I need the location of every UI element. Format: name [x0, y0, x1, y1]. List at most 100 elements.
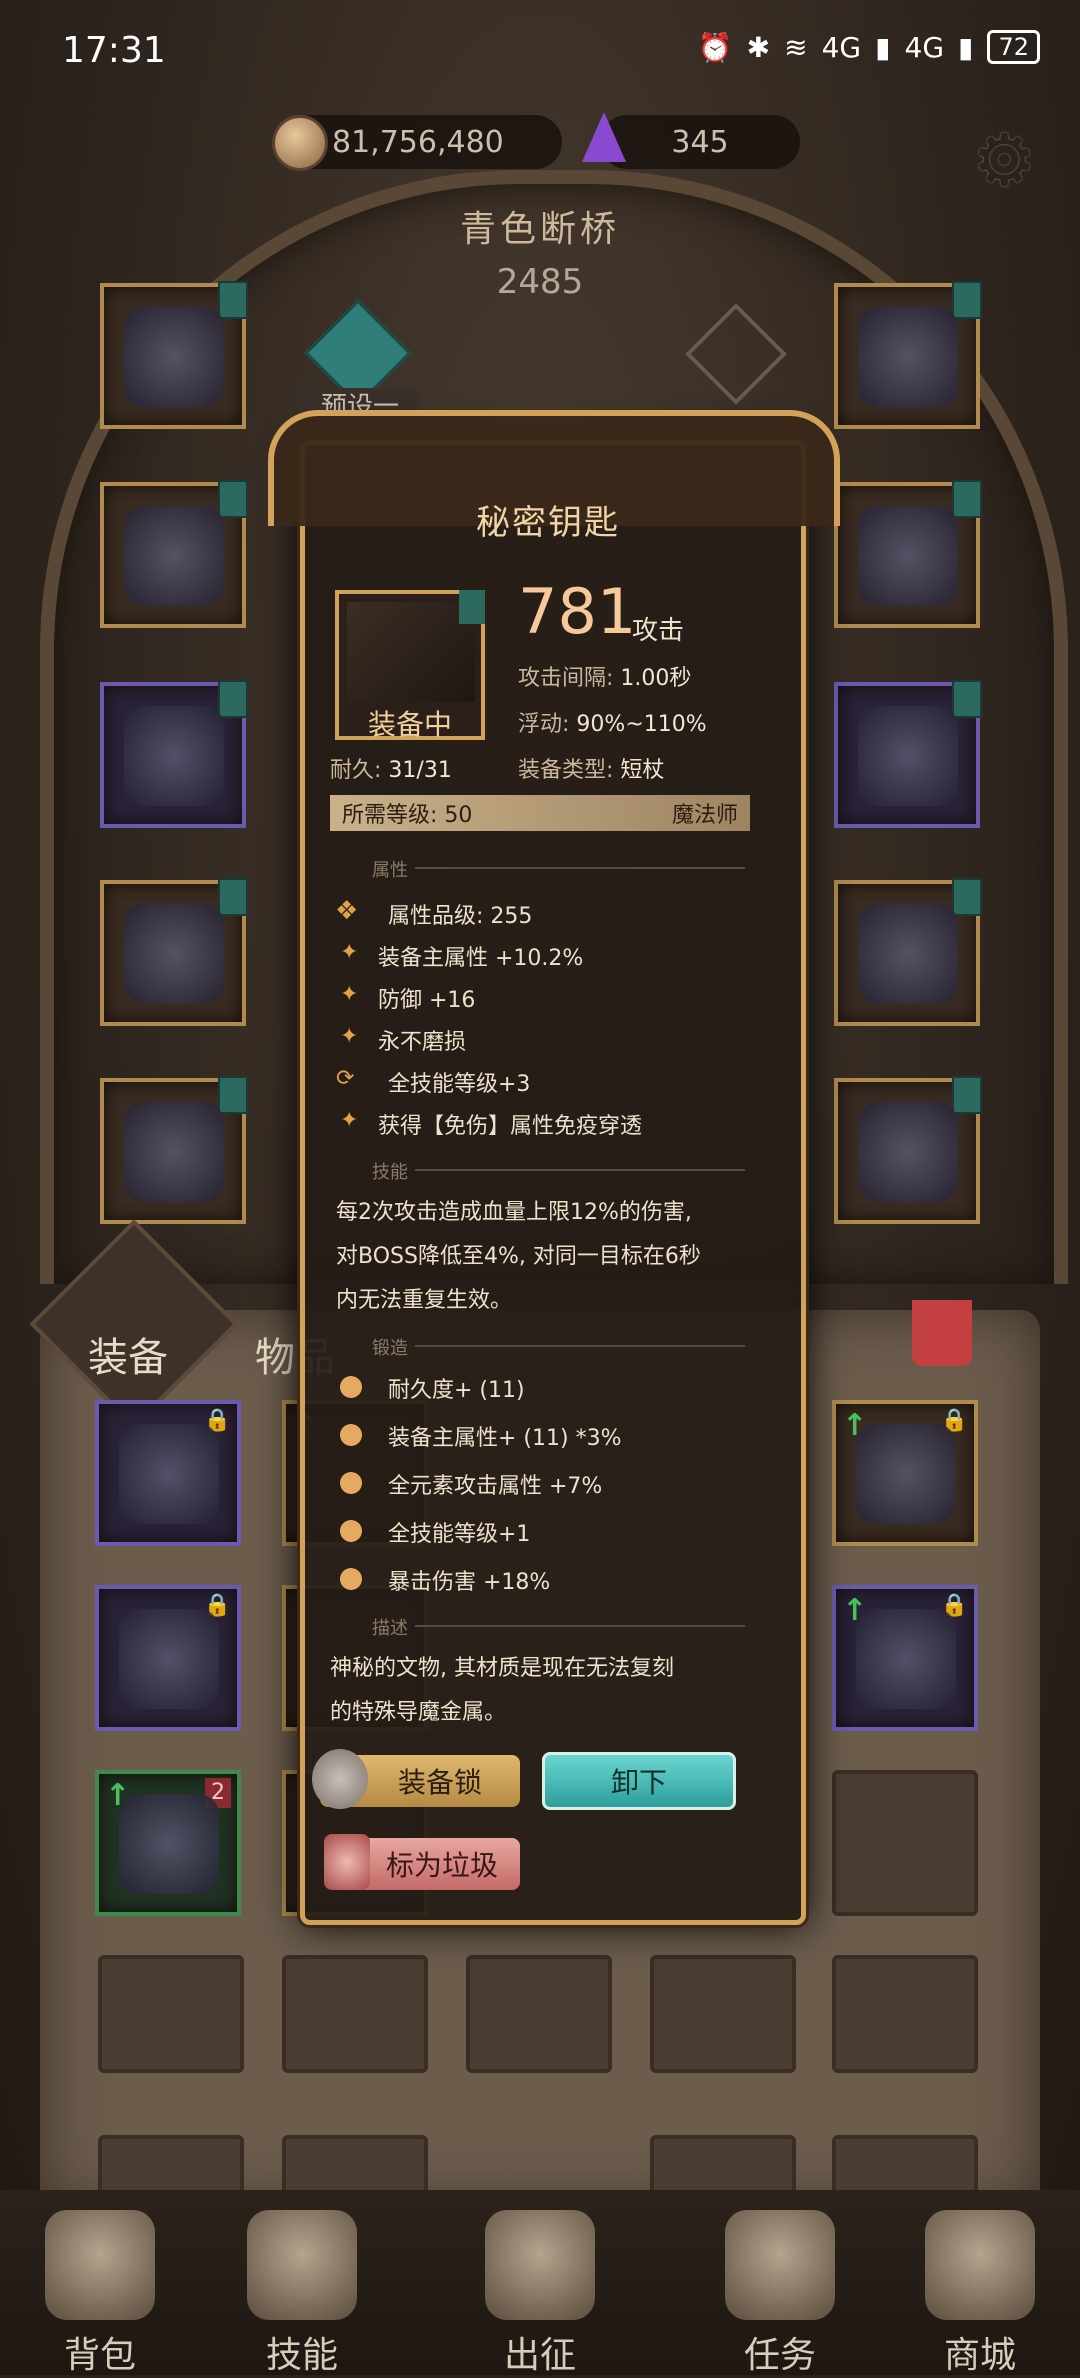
nav-skills-label: 技能	[265, 2335, 338, 2376]
divider	[415, 867, 745, 869]
forge-dot-icon	[340, 1568, 362, 1590]
divider	[415, 1625, 745, 1627]
inventory-slot-empty[interactable]	[832, 1770, 978, 1916]
helmet-icon	[124, 307, 224, 407]
inventory-slot-empty[interactable]	[832, 1955, 978, 2073]
bookmark-icon	[952, 680, 982, 718]
lock-icon	[312, 1749, 368, 1809]
forge-line-5: 暴击伤害 +18%	[388, 1570, 551, 1595]
interval-value: 1.00秒	[620, 666, 692, 691]
grade-icon: ❖	[335, 896, 359, 926]
inventory-slot[interactable]: 🔒	[95, 1585, 241, 1731]
inventory-slot-empty[interactable]	[466, 1955, 612, 2073]
equipment-lock-button[interactable]: 装备锁	[312, 1749, 520, 1809]
scroll-icon	[725, 2210, 835, 2320]
forge-line-2: 装备主属性+ (11) *3%	[388, 1426, 622, 1451]
forge-dot-icon	[340, 1376, 362, 1398]
gauntlet-icon	[858, 506, 958, 606]
unequip-button[interactable]: 卸下	[542, 1752, 736, 1810]
bookmark-icon	[952, 281, 982, 319]
tab-equipment[interactable]: 装备	[88, 1325, 168, 1383]
inventory-slot-empty[interactable]	[282, 2135, 428, 2195]
trash-icon[interactable]	[912, 1300, 972, 1366]
inventory-slot-empty[interactable]	[282, 1955, 428, 2073]
inventory-slot[interactable]: ↑ 2	[95, 1770, 241, 1916]
attack-value: 781	[518, 575, 637, 648]
equip-slot-cloak[interactable]	[100, 680, 248, 828]
inventory-slot[interactable]: 🔒	[95, 1400, 241, 1546]
inventory-slot-empty[interactable]	[832, 2135, 978, 2195]
wizard-hat-icon	[119, 1794, 219, 1894]
lantern-amulet-icon	[119, 1424, 219, 1524]
settings-gear-icon[interactable]: ⚙	[972, 118, 1037, 202]
section-attributes: 属性	[372, 860, 408, 881]
damage-float: 浮动: 90%~110%	[518, 706, 707, 738]
inventory-slot-empty[interactable]	[650, 2135, 796, 2195]
section-forge: 锻造	[372, 1338, 408, 1359]
bookmark-icon	[459, 590, 485, 624]
nav-bag-label: 背包	[63, 2335, 136, 2376]
location-title: 青色断桥	[459, 209, 620, 250]
required-level-bar: 所需等级: 50 魔法师	[330, 795, 750, 831]
type-label: 装备类型:	[518, 758, 614, 783]
durability-label: 耐久:	[330, 758, 382, 783]
equip-slot-offhand[interactable]	[834, 1076, 982, 1224]
nav-expedition[interactable]: 出征	[460, 2190, 620, 2378]
inventory-slot-empty[interactable]	[650, 1955, 796, 2073]
forge-dot-icon	[340, 1520, 362, 1542]
req-level-value: 50	[444, 803, 473, 828]
skill-line-3: 内无法重复生效。	[336, 1288, 513, 1313]
gold-value: 81,756,480	[332, 124, 504, 160]
bookmark-icon	[952, 878, 982, 916]
nav-shop-label: 商城	[943, 2335, 1016, 2376]
equip-slot-pants[interactable]	[100, 878, 248, 1026]
nav-shop[interactable]: 商城	[900, 2190, 1060, 2378]
nav-tasks-label: 任务	[743, 2335, 816, 2376]
forge-line-3: 全元素攻击属性 +7%	[388, 1474, 603, 1499]
equip-slot-helmet[interactable]	[100, 281, 248, 429]
nav-skills[interactable]: 技能	[222, 2190, 382, 2378]
nav-expedition-label: 出征	[503, 2335, 576, 2376]
forge-dot-icon	[340, 1472, 362, 1494]
equip-slot-armor[interactable]	[100, 480, 248, 628]
status-icons: ⏰ ✱ ≋ 4G ▮ 4G ▮ 72	[698, 30, 1040, 64]
interval-label: 攻击间隔:	[518, 666, 614, 691]
equip-slot-boots[interactable]	[100, 1076, 248, 1224]
equip-slot-weapon[interactable]	[834, 878, 982, 1026]
mark-as-junk-button[interactable]: 标为垃圾	[324, 1834, 520, 1890]
wifi-icon: ≋	[784, 30, 808, 64]
nav-tasks[interactable]: 任务	[700, 2190, 860, 2378]
status-time: 17:31	[62, 30, 166, 71]
req-class: 魔法师	[671, 803, 738, 828]
signal-icon: ▮	[875, 30, 891, 64]
cloak-icon	[124, 706, 224, 806]
durability-value: 31/31	[388, 758, 452, 783]
description-line-1: 神秘的文物, 其材质是现在无法复刻	[330, 1656, 674, 1681]
attr-line-4: 永不磨损	[378, 1030, 467, 1055]
junk-tag-icon	[324, 1834, 370, 1890]
attr-line-6: 获得【免伤】属性免疫穿透	[378, 1114, 643, 1139]
bookmark-icon	[218, 281, 248, 319]
inventory-slot-empty[interactable]	[98, 2135, 244, 2195]
inventory-slot-empty[interactable]	[98, 1955, 244, 2073]
equip-slot-ring[interactable]	[834, 680, 982, 828]
attr-line-3: 防御 +16	[378, 988, 476, 1013]
equip-slot-necklace[interactable]	[834, 281, 982, 429]
star-bullet-icon: ✦	[340, 1108, 359, 1133]
alarm-icon: ⏰	[697, 30, 733, 64]
inventory-slot[interactable]: ↑ 🔒	[832, 1400, 978, 1546]
star-bullet-icon: ✦	[340, 1024, 359, 1049]
forge-line-4: 全技能等级+1	[388, 1522, 531, 1547]
junk-button-label: 标为垃圾	[385, 1849, 498, 1882]
attr-line-2: 装备主属性 +10.2%	[378, 946, 584, 971]
inventory-slot[interactable]: ↑ 🔒	[832, 1585, 978, 1731]
description-line-2: 的特殊导魔金属。	[330, 1700, 507, 1725]
float-value: 90%~110%	[576, 712, 707, 737]
bookmark-icon	[952, 480, 982, 518]
equipment-type: 装备类型: 短杖	[518, 752, 664, 784]
equip-slot-gloves[interactable]	[834, 480, 982, 628]
leather-boots-icon	[856, 1609, 956, 1709]
equipped-badge: 装备中	[367, 708, 452, 741]
divider	[415, 1345, 745, 1347]
nav-bag[interactable]: 背包	[20, 2190, 180, 2378]
